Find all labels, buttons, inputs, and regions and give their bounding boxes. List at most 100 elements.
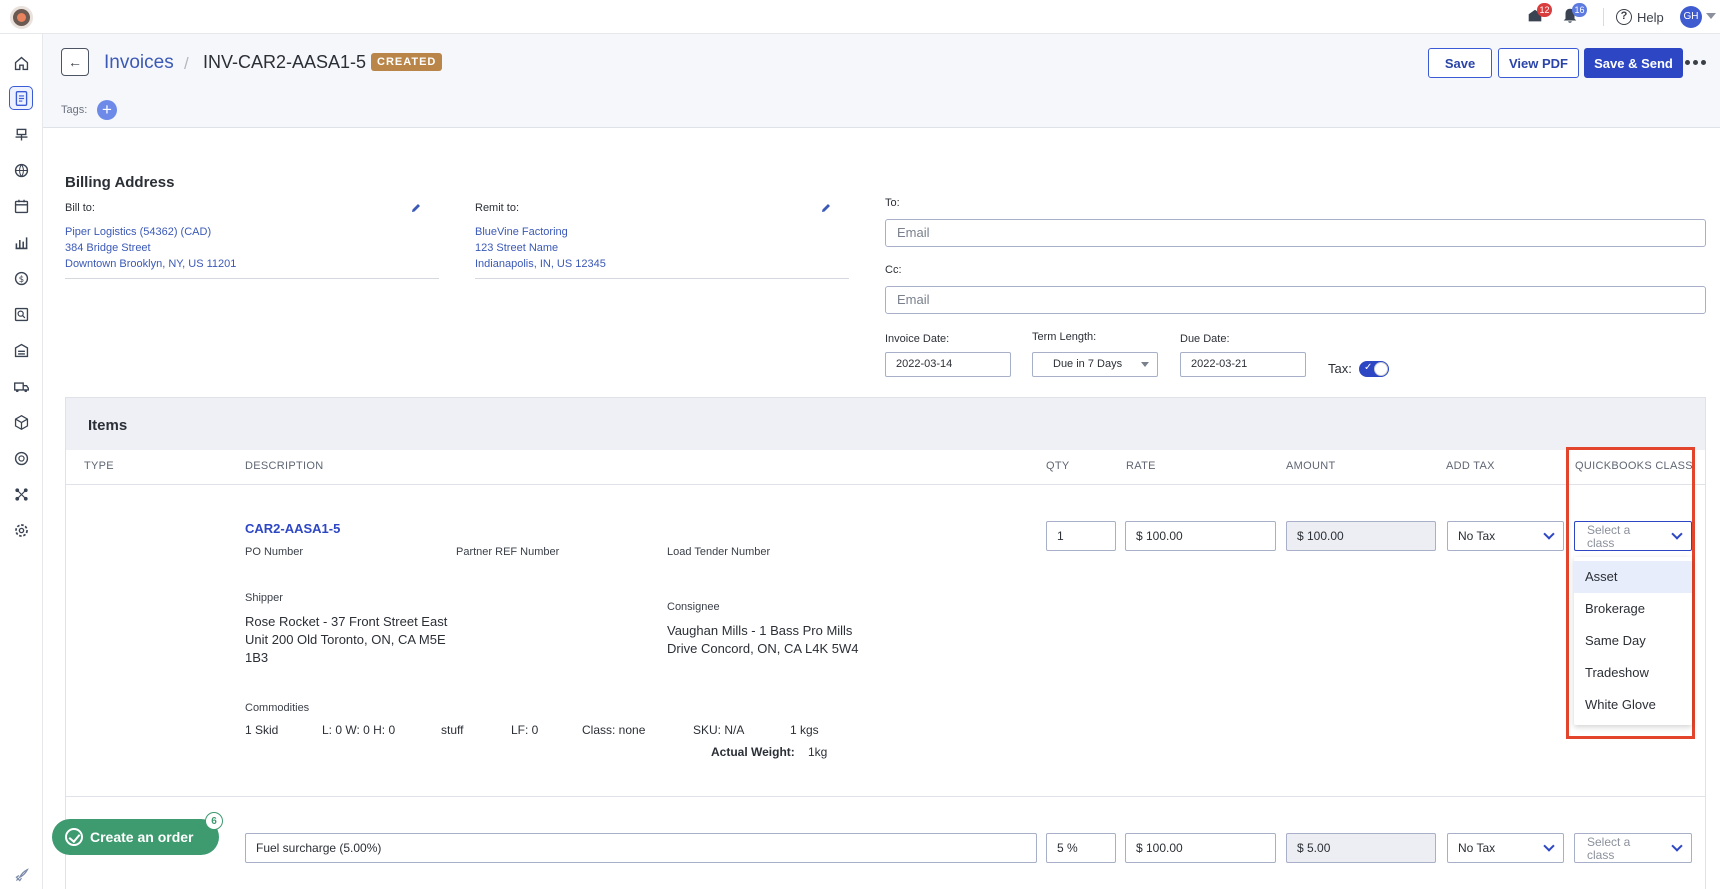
rocket-icon[interactable] xyxy=(9,863,33,887)
chevron-down-icon xyxy=(1543,840,1555,852)
more-options-icon[interactable] xyxy=(1685,60,1706,65)
remit-to-divider xyxy=(475,278,849,279)
chevron-down-icon xyxy=(1141,362,1149,367)
remit-to-line[interactable]: BlueVine Factoring xyxy=(475,226,568,238)
remit-to-label: Remit to: xyxy=(475,202,520,214)
add-tag-button[interactable]: + xyxy=(97,100,117,120)
shipper-address-line: Rose Rocket - 37 Front Street East xyxy=(245,614,448,629)
bill-to-line[interactable]: 384 Bridge Street xyxy=(65,242,151,254)
topbar-divider xyxy=(1603,8,1604,26)
tags-bar: Tags: + xyxy=(43,92,1720,128)
inbox-count-badge: 12 xyxy=(1537,3,1552,17)
dollar-icon[interactable]: $ xyxy=(9,266,33,290)
create-order-button[interactable]: Create an order 6 xyxy=(52,812,223,855)
breadcrumb-invoices-link[interactable]: Invoices xyxy=(104,52,174,74)
edit-remit-to-pencil-icon[interactable] xyxy=(820,202,832,214)
rate-input[interactable]: $ 100.00 xyxy=(1125,833,1276,863)
dispatch-icon[interactable] xyxy=(9,122,33,146)
quickbooks-class-select[interactable]: Select a class xyxy=(1574,833,1692,863)
chevron-down-icon[interactable] xyxy=(1706,13,1716,19)
remit-to-line[interactable]: 123 Street Name xyxy=(475,242,558,254)
column-header-add-tax: ADD TAX xyxy=(1446,460,1495,472)
invoice-date-label: Invoice Date: xyxy=(885,333,950,345)
term-length-select[interactable]: Due in 7 Days xyxy=(1032,352,1158,377)
search-document-icon[interactable] xyxy=(9,302,33,326)
add-tax-select[interactable]: No Tax xyxy=(1447,521,1564,551)
check-icon: ✓ xyxy=(1364,362,1373,373)
inbox-icon[interactable]: 12 xyxy=(1526,3,1552,27)
due-date-input[interactable]: 2022-03-21 xyxy=(1180,352,1306,377)
truck-icon[interactable] xyxy=(9,374,33,398)
edit-bill-to-pencil-icon[interactable] xyxy=(410,202,422,214)
help-icon: ? xyxy=(1616,9,1632,25)
warehouse-icon[interactable] xyxy=(9,338,33,362)
class-option-white-glove[interactable]: White Glove xyxy=(1574,689,1692,721)
globe-icon[interactable] xyxy=(9,158,33,182)
remit-to-line[interactable]: Indianapolis, IN, US 12345 xyxy=(475,258,606,270)
term-length-label: Term Length: xyxy=(1032,331,1097,343)
actual-weight-value: 1kg xyxy=(808,745,828,759)
actual-weight-label: Actual Weight: xyxy=(711,745,795,759)
bill-to-line[interactable]: Piper Logistics (54362) (CAD) xyxy=(65,226,211,238)
commodities-label: Commodities xyxy=(245,702,310,714)
commodity-sku: SKU: N/A xyxy=(693,723,745,737)
commodity-dimensions: L: 0 W: 0 H: 0 xyxy=(322,723,396,737)
bill-to-line[interactable]: Downtown Brooklyn, NY, US 11201 xyxy=(65,258,236,270)
view-pdf-button[interactable]: View PDF xyxy=(1498,48,1579,78)
help-link[interactable]: ? Help xyxy=(1616,8,1664,26)
items-section: Items TYPE DESCRIPTION QTY RATE AMOUNT A… xyxy=(65,397,1706,889)
qty-input[interactable]: 1 xyxy=(1046,521,1116,551)
class-option-same-day[interactable]: Same Day xyxy=(1574,625,1692,657)
consignee-label: Consignee xyxy=(667,601,720,613)
consignee-address-line: Vaughan Mills - 1 Bass Pro Mills xyxy=(667,623,853,638)
invoice-icon[interactable] xyxy=(9,86,33,110)
gauge-icon[interactable] xyxy=(9,446,33,470)
chevron-down-icon xyxy=(1543,528,1555,540)
rate-input[interactable]: $ 100.00 xyxy=(1125,521,1276,551)
class-option-brokerage[interactable]: Brokerage xyxy=(1574,593,1692,625)
bill-to-label: Bill to: xyxy=(65,202,95,214)
tax-label: Tax: xyxy=(1328,361,1352,376)
save-button[interactable]: Save xyxy=(1428,48,1492,78)
amount-field: $ 100.00 xyxy=(1286,521,1436,551)
column-header-rate: RATE xyxy=(1126,460,1156,472)
back-button[interactable]: ← xyxy=(61,48,89,76)
description-input[interactable]: Fuel surcharge (5.00%) xyxy=(245,833,1037,863)
top-bar: 12 16 ? Help GH xyxy=(0,0,1720,34)
chart-icon[interactable] xyxy=(9,230,33,254)
invoice-date-input[interactable]: 2022-03-14 xyxy=(885,352,1011,377)
commodity-class: Class: none xyxy=(582,723,646,737)
package-icon[interactable] xyxy=(9,410,33,434)
app-logo-icon[interactable] xyxy=(10,6,33,29)
column-header-amount: AMOUNT xyxy=(1286,460,1336,472)
cc-email-input[interactable]: Email xyxy=(885,286,1706,314)
notifications-count-badge: 16 xyxy=(1572,3,1587,17)
calendar-icon[interactable] xyxy=(9,194,33,218)
to-email-input[interactable]: Email xyxy=(885,219,1706,247)
shipper-address-line: Unit 200 Old Toronto, ON, CA M5E xyxy=(245,632,446,647)
tax-toggle[interactable]: ✓ xyxy=(1359,361,1389,377)
bell-icon[interactable]: 16 xyxy=(1561,3,1587,27)
load-tender-label: Load Tender Number xyxy=(667,546,771,558)
home-icon[interactable] xyxy=(9,51,33,75)
term-length-value: Due in 7 Days xyxy=(1053,358,1123,370)
add-tax-value: No Tax xyxy=(1458,841,1496,855)
qty-input[interactable]: 5 % xyxy=(1046,833,1116,863)
class-option-asset[interactable]: Asset xyxy=(1574,561,1692,593)
gear-icon[interactable] xyxy=(9,518,33,542)
load-reference-link[interactable]: CAR2-AASA1-5 xyxy=(245,521,340,536)
save-and-send-button[interactable]: Save & Send xyxy=(1584,48,1683,78)
help-label: Help xyxy=(1637,9,1664,25)
integrations-icon[interactable] xyxy=(9,482,33,506)
page-title: INV-CAR2-AASA1-5 xyxy=(203,52,367,72)
commodity-description: stuff xyxy=(441,723,464,737)
user-avatar[interactable]: GH xyxy=(1680,6,1702,28)
consignee-address-line: Drive Concord, ON, CA L4K 5W4 xyxy=(667,641,859,656)
to-label: To: xyxy=(885,197,900,209)
column-header-qty: QTY xyxy=(1046,460,1070,472)
class-placeholder: Select a class xyxy=(1587,835,1631,862)
chevron-down-icon xyxy=(1671,840,1683,852)
class-option-tradeshow[interactable]: Tradeshow xyxy=(1574,657,1692,689)
items-title: Items xyxy=(88,417,128,434)
add-tax-select[interactable]: No Tax xyxy=(1447,833,1564,863)
